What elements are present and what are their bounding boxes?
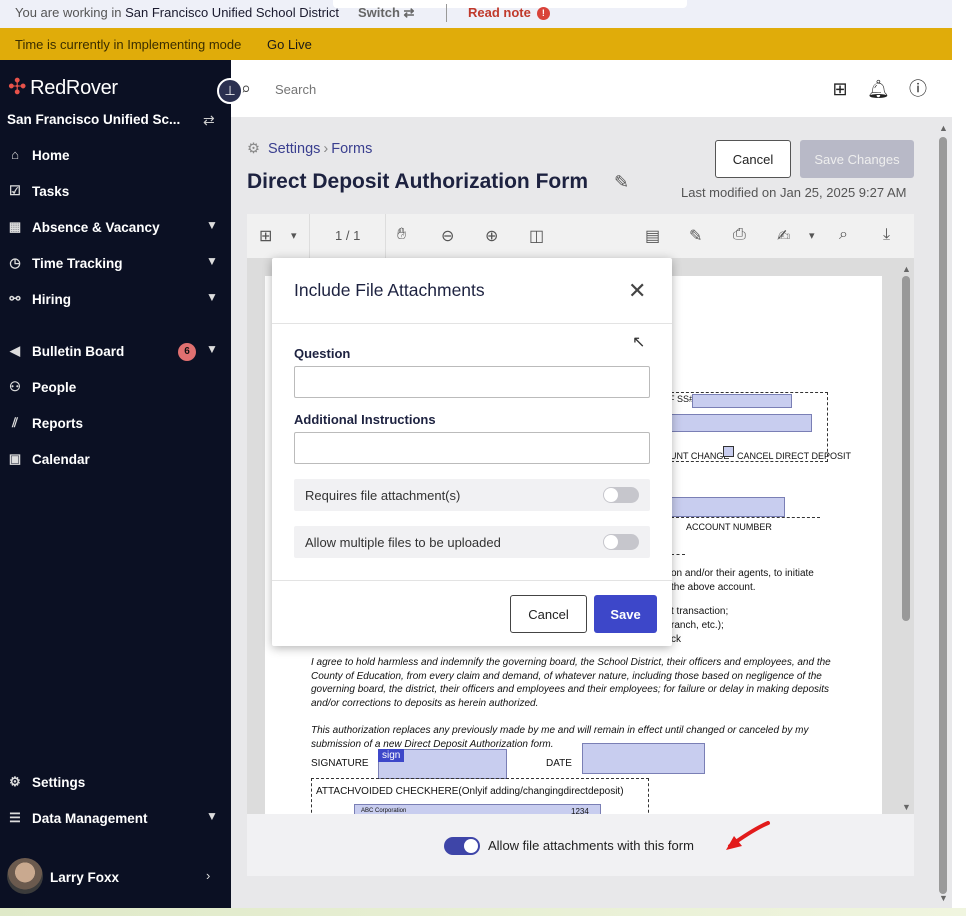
close-icon[interactable]: ✕	[628, 278, 646, 304]
dialog-title: Include File Attachments	[294, 280, 485, 300]
question-input[interactable]	[294, 366, 650, 398]
pin-icon[interactable]: ⊥	[217, 78, 243, 104]
requires-attachment-row: Requires file attachment(s)	[294, 479, 650, 511]
allow-multiple-toggle[interactable]	[603, 534, 639, 550]
dialog-save-button[interactable]: Save	[594, 595, 657, 633]
dialog-cancel-button[interactable]: Cancel	[510, 595, 587, 633]
requires-attachment-toggle[interactable]	[603, 487, 639, 503]
requires-attachment-label: Requires file attachment(s)	[305, 488, 461, 503]
divider	[272, 580, 672, 581]
allow-multiple-row: Allow multiple files to be uploaded	[294, 526, 650, 558]
instructions-input[interactable]	[294, 432, 650, 464]
question-label: Question	[294, 346, 351, 361]
instructions-label: Additional Instructions	[294, 412, 436, 427]
divider	[272, 323, 672, 324]
include-file-attachments-dialog: Include File Attachments ✕ Question Addi…	[272, 258, 672, 646]
allow-multiple-label: Allow multiple files to be uploaded	[305, 535, 501, 550]
mouse-cursor-icon: ↖	[632, 334, 646, 351]
